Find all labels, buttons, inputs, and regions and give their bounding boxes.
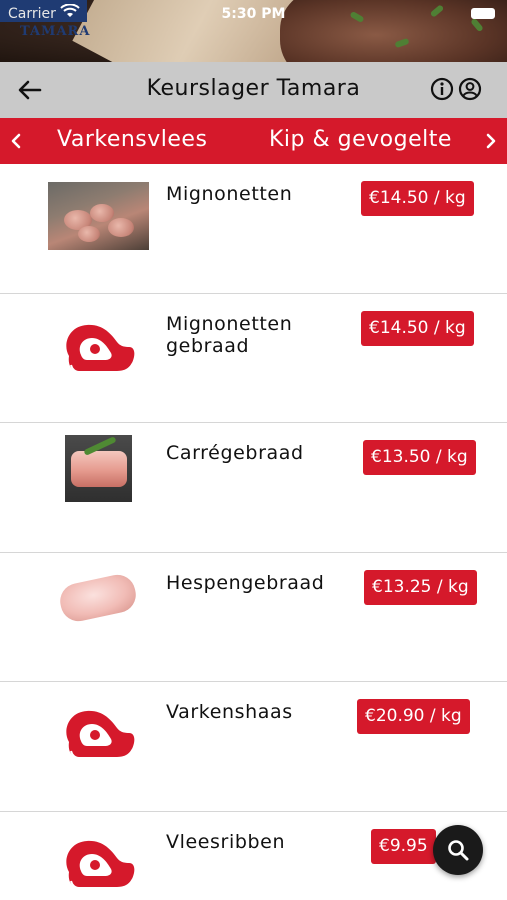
list-item[interactable]: Mignonetten €14.50 / kg [0,164,507,294]
product-photo [65,435,132,502]
status-bar: Carrier 5:30 PM [0,0,507,28]
product-list: Mignonetten €14.50 / kg Mignonetten gebr… [0,164,507,900]
product-name: Hespengebraad [166,571,325,594]
battery-icon [471,8,495,19]
chevron-left-icon[interactable] [8,130,24,152]
price-badge: €13.50 / kg [363,440,476,475]
product-name: Mignonetten gebraad [166,312,293,357]
search-button[interactable] [433,825,483,875]
steak-icon [66,324,135,373]
product-name: Varkenshaas [166,701,293,723]
list-item[interactable]: Vleesribben €9.95 [0,812,507,900]
steak-icon [66,840,135,889]
tab-kip-gevogelte[interactable]: Kip & gevogelte [269,127,452,152]
product-name: Vleesribben [166,830,286,853]
product-name: Mignonetten [166,183,293,205]
price-badge: €14.50 / kg [361,310,474,346]
product-photo [56,571,140,624]
category-bar: Varkensvlees Kip & gevogelte [0,118,507,164]
list-item[interactable]: Hespengebraad €13.25 / kg [0,553,507,682]
product-name: Carrégebraad [166,442,304,464]
price-badge: €13.25 / kg [364,569,477,605]
tab-varkensvlees[interactable]: Varkensvlees [57,127,207,152]
product-photo [48,182,149,250]
info-icon[interactable] [430,77,454,101]
price-badge: €14.50 / kg [361,181,474,216]
price-badge: €9.95 [371,828,436,864]
search-icon [448,840,469,861]
list-item[interactable]: Varkenshaas €20.90 / kg [0,682,507,812]
status-time: 5:30 PM [221,6,286,22]
list-item[interactable]: Carrégebraad €13.50 / kg [0,423,507,553]
user-icon[interactable] [458,77,482,101]
steak-icon [66,710,135,759]
price-badge: €20.90 / kg [357,699,470,734]
nav-bar: Keurslager Tamara [0,62,507,118]
chevron-right-icon[interactable] [483,130,499,152]
list-item[interactable]: Mignonetten gebraad €14.50 / kg [0,294,507,423]
